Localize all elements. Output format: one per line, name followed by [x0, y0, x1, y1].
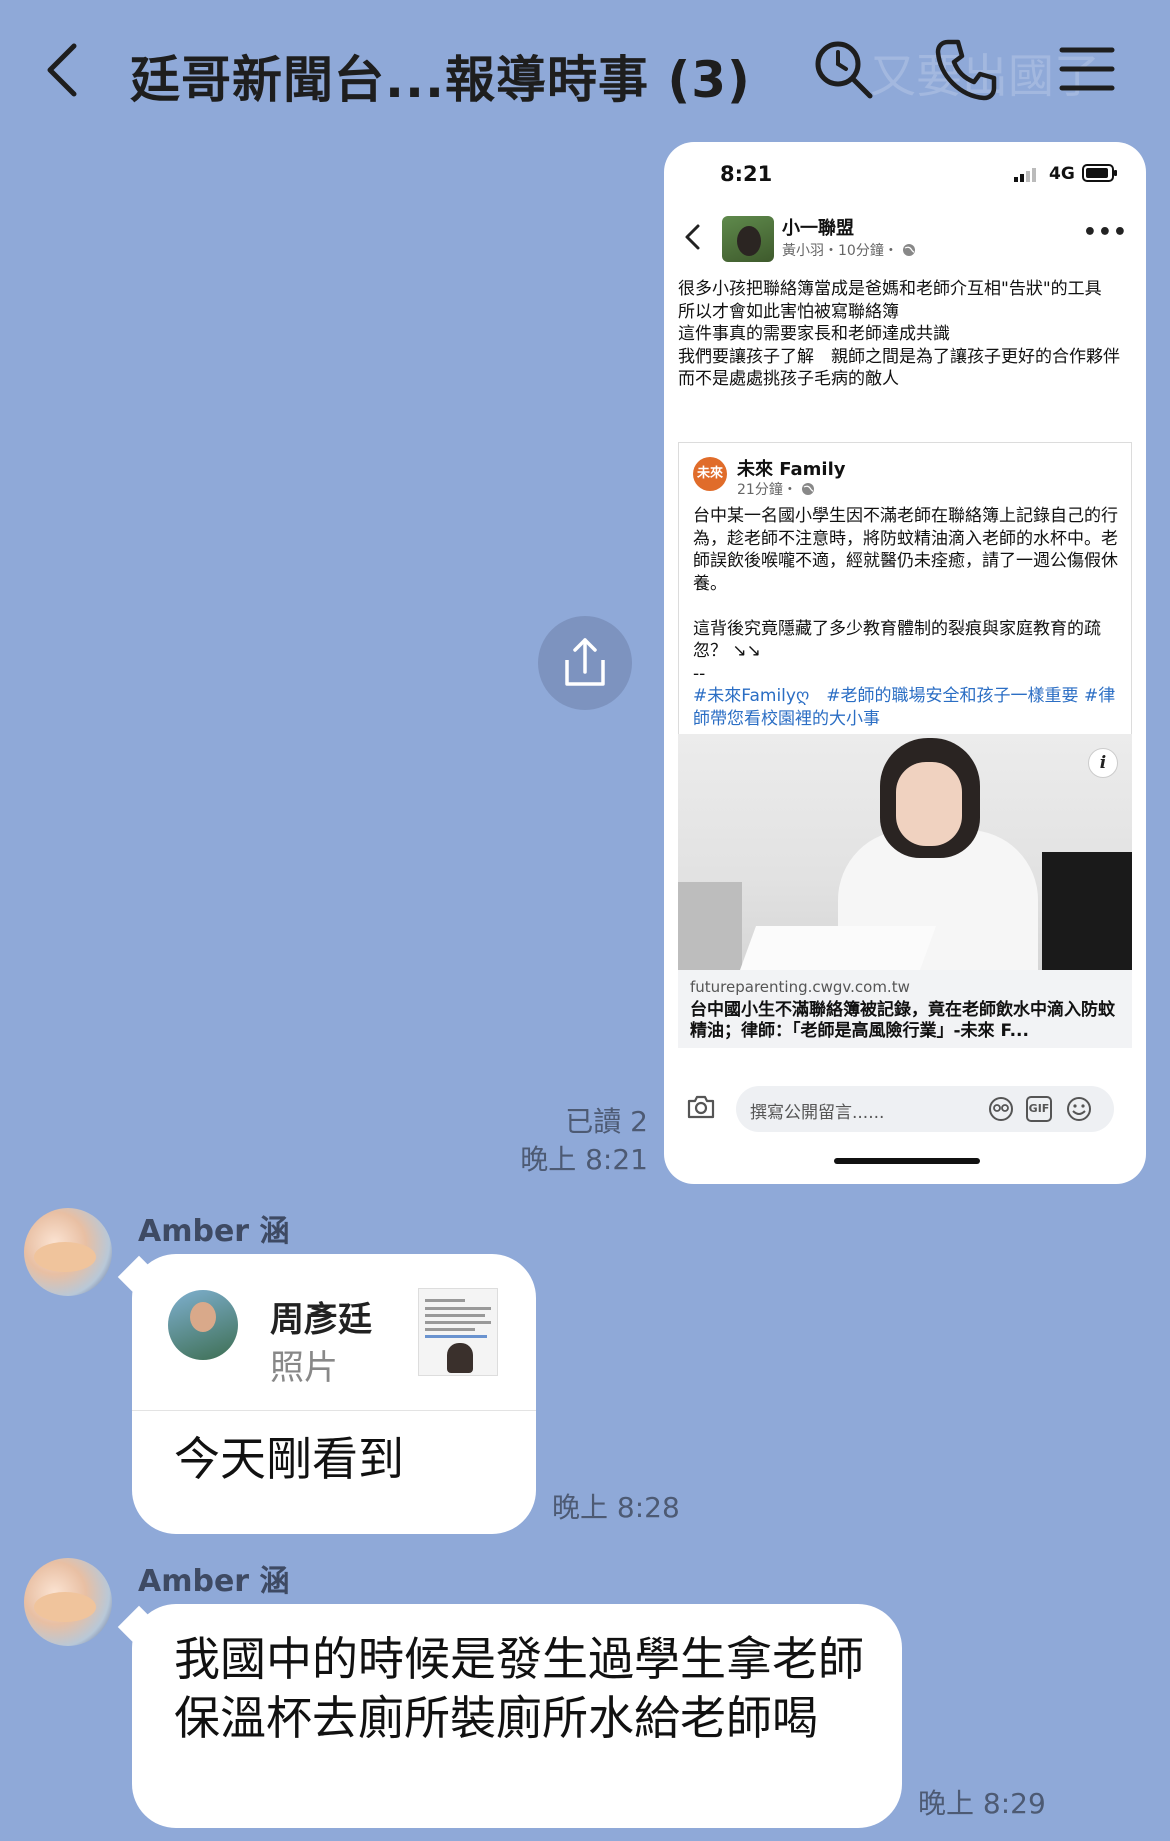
photo-face: [896, 762, 962, 846]
share-button[interactable]: [538, 616, 632, 710]
shared-post-text: 台中某一名國小學生因不滿老師在聯絡簿上記錄自己的行為，趁老師不注意時，將防蚊精油…: [693, 506, 1118, 684]
read-receipt: 已讀 2: [565, 1105, 648, 1138]
reply-avatar: [168, 1290, 238, 1360]
post-meta: 黃小羽・10分鐘・: [782, 240, 916, 260]
home-indicator: [834, 1158, 980, 1164]
globe-icon: [802, 483, 815, 495]
more-options-icon: •••: [1082, 220, 1128, 245]
reply-divider: [132, 1410, 536, 1411]
link-title: 台中國小生不滿聯絡簿被記錄，竟在老師飲水中滴入防蚊精油；律師：「老師是高風險行業…: [690, 1000, 1115, 1041]
hashtags: #未來Familyღ #老師的職場安全和孩子一樣重要 #律師帶您看校園裡的大小事: [693, 686, 1116, 729]
post-author-name: 小一聯盟: [782, 218, 854, 239]
page-logo: 未來: [693, 457, 727, 491]
comment-box: 撰寫公開留言...... GIF: [736, 1086, 1114, 1132]
battery-icon: [1082, 164, 1117, 182]
chat-title: 廷哥新聞台...報導時事 (3): [130, 51, 751, 109]
message-bubble[interactable]: 周彥廷 照片 今天剛看到: [132, 1254, 536, 1534]
shared-post-meta: 21分鐘・: [737, 479, 815, 499]
network-label: 4G: [1049, 164, 1075, 184]
sender-name: Amber 涵: [138, 1214, 290, 1249]
globe-icon: [903, 244, 916, 256]
back-button[interactable]: [40, 38, 90, 102]
share-icon: [565, 638, 605, 686]
shared-page-name: 未來 Family: [737, 459, 846, 480]
sender-name: Amber 涵: [138, 1564, 290, 1599]
link-preview: futureparenting.cwgv.com.tw 台中國小生不滿聯絡簿被記…: [678, 970, 1132, 1048]
link-url: futureparenting.cwgv.com.tw: [690, 978, 910, 996]
photo-books: [678, 882, 742, 970]
info-icon: i: [1088, 748, 1118, 778]
avatar-sticker-icon: [989, 1097, 1013, 1121]
comment-placeholder: 撰寫公開留言......: [750, 1103, 885, 1123]
emoji-icon: [1067, 1097, 1091, 1121]
sender-avatar[interactable]: [24, 1558, 112, 1646]
hamburger-menu-icon: [1059, 47, 1115, 91]
article-photo: i: [678, 734, 1132, 970]
status-bar-time: 8:21: [720, 162, 773, 186]
phone-icon: [935, 39, 997, 101]
chevron-left-icon: [685, 224, 700, 250]
post-text: 很多小孩把聯絡簿當成是爸媽和老師介互相"告狀"的工具 所以才會如此害怕被寫聯絡簿…: [678, 279, 1120, 389]
message-time: 晚上 8:29: [918, 1787, 1046, 1820]
search-button[interactable]: [810, 36, 876, 102]
post-author-avatar: [722, 216, 774, 262]
call-button[interactable]: [932, 36, 998, 102]
search-icon: [815, 41, 873, 99]
chevron-left-icon: [47, 43, 77, 97]
signal-icon: [1014, 168, 1036, 182]
message-bubble[interactable]: 我國中的時候是發生過學生拿老師保溫杯去廁所裝廁所水給老師喝: [132, 1604, 902, 1828]
sender-avatar[interactable]: [24, 1208, 112, 1296]
photo-laptop: [1042, 852, 1132, 970]
camera-icon: [687, 1095, 715, 1119]
message-time: 晚上 8:21: [520, 1143, 648, 1176]
menu-button[interactable]: [1054, 36, 1120, 102]
reply-sender-name: 周彥廷: [270, 1300, 372, 1340]
reply-type: 照片: [270, 1348, 338, 1388]
message-time: 晚上 8:28: [552, 1491, 680, 1524]
screenshot-image-message[interactable]: 8:21 4G 小一聯盟 黃小羽・10分鐘・ ••• 很多小孩把聯絡簿當成是爸媽…: [664, 142, 1146, 1184]
photo-papers: [739, 926, 937, 970]
message-text: 我國中的時候是發生過學生拿老師保溫杯去廁所裝廁所水給老師喝: [174, 1632, 864, 1745]
gif-icon: GIF: [1026, 1096, 1052, 1122]
message-text: 今天剛看到: [174, 1432, 404, 1486]
reply-thumbnail: [418, 1288, 498, 1376]
